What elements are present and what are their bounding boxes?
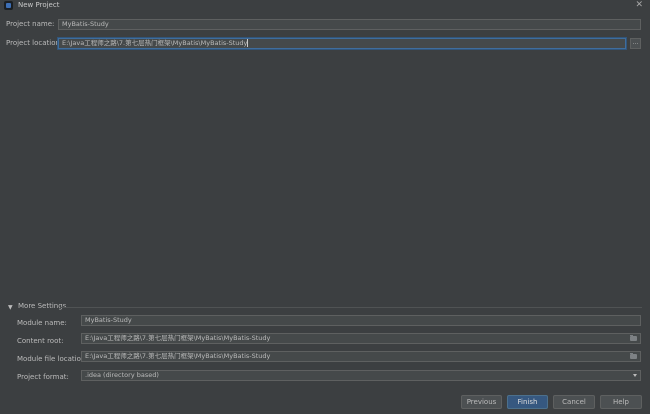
content-root-value: E:\Java工程师之路\7.第七层热门框架\MyBatis\MyBatis-S… [85, 334, 271, 342]
module-file-location-value: E:\Java工程师之路\7.第七层热门框架\MyBatis\MyBatis-S… [85, 352, 271, 360]
triangle-down-icon[interactable]: ▼ [8, 304, 13, 311]
folder-icon[interactable] [630, 353, 637, 359]
module-name-input[interactable]: MyBatis-Study [81, 315, 641, 326]
project-location-label: Project location: [6, 39, 63, 47]
help-button[interactable]: Help [600, 395, 642, 409]
project-name-input[interactable]: MyBatis-Study [58, 19, 641, 30]
project-format-label: Project format: [17, 373, 69, 381]
content-root-label: Content root: [17, 337, 64, 345]
more-settings-title[interactable]: More Settings [18, 302, 66, 310]
previous-button[interactable]: Previous [461, 395, 502, 409]
intellij-app-icon [4, 1, 13, 10]
project-location-input[interactable]: E:\Java工程师之路\7.第七层热门框架\MyBatis\MyBatis-S… [58, 38, 626, 49]
project-format-value: .idea (directory based) [85, 371, 159, 379]
cancel-button[interactable]: Cancel [553, 395, 595, 409]
browse-button[interactable]: ... [630, 38, 641, 49]
window-title: New Project [18, 1, 60, 9]
project-name-label: Project name: [6, 20, 55, 28]
module-file-location-input[interactable]: E:\Java工程师之路\7.第七层热门框架\MyBatis\MyBatis-S… [81, 351, 641, 362]
section-divider [60, 307, 642, 308]
text-caret [247, 39, 249, 47]
chevron-down-icon [633, 374, 637, 377]
finish-button[interactable]: Finish [507, 395, 548, 409]
folder-icon[interactable] [630, 335, 637, 341]
project-format-select[interactable]: .idea (directory based) [81, 370, 641, 381]
content-root-input[interactable]: E:\Java工程师之路\7.第七层热门框架\MyBatis\MyBatis-S… [81, 333, 641, 344]
close-icon[interactable]: ✕ [635, 0, 643, 10]
module-name-label: Module name: [17, 319, 67, 327]
module-file-location-label: Module file location: [17, 355, 88, 363]
project-location-value: E:\Java工程师之路\7.第七层热门框架\MyBatis\MyBatis-S… [62, 39, 248, 47]
title-bar: New Project ✕ [0, 0, 650, 12]
